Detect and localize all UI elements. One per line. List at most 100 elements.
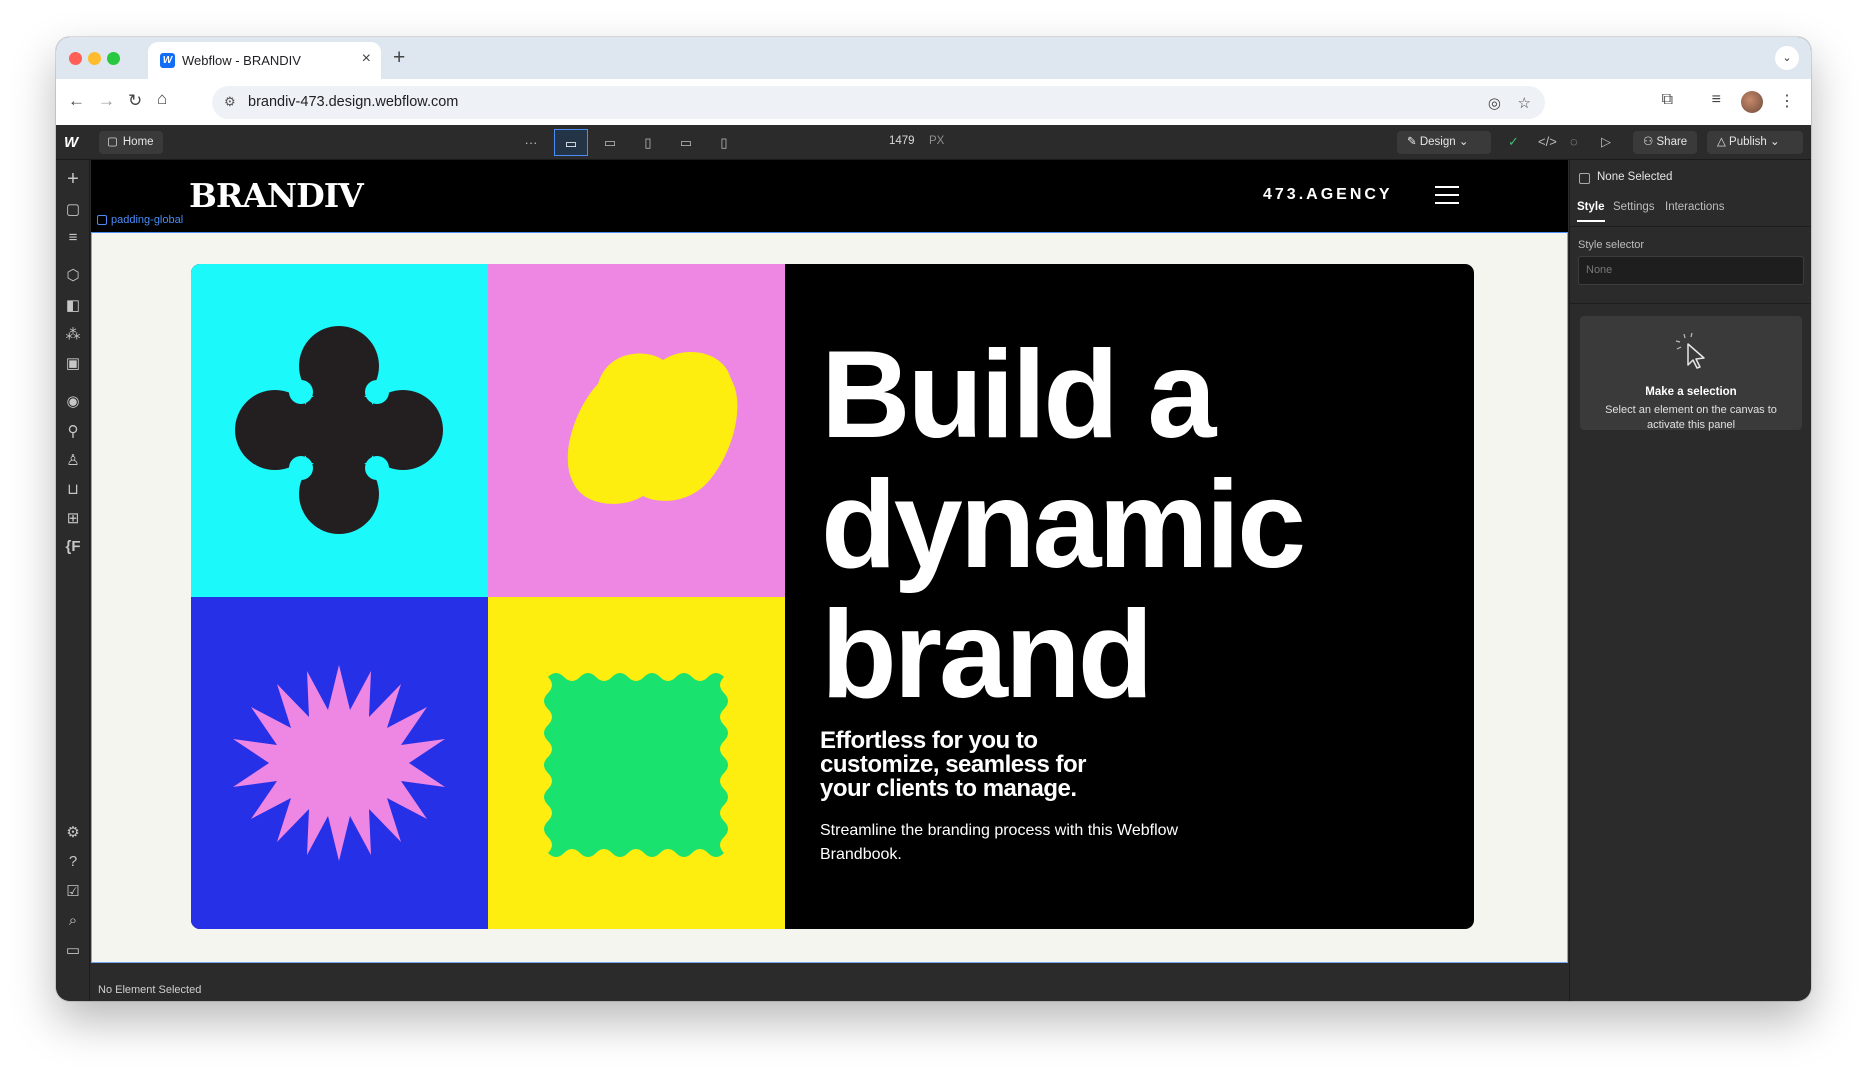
cloud-blob-icon [567, 351, 738, 504]
browser-tab[interactable]: W Webflow - BRANDIV × [148, 42, 381, 79]
desktop-breakpoint-icon[interactable]: ▭ [554, 129, 588, 156]
hero-card[interactable]: Build a dynamic brand Effortless for you… [191, 264, 1474, 929]
clover-shape-icon [235, 326, 443, 534]
search-icon[interactable]: ⌕ [56, 912, 90, 929]
publish-button[interactable]: △ Publish ⌄ [1707, 131, 1803, 154]
tablet-breakpoint-icon[interactable]: ▯ [631, 129, 665, 156]
empty-state-card: Make a selection Select an element on th… [1580, 316, 1802, 431]
selection-checkbox[interactable] [1579, 173, 1590, 184]
wavy-square-icon [544, 673, 728, 857]
code-icon[interactable]: </> [1538, 134, 1557, 149]
empty-state-title: Make a selection [1645, 386, 1737, 398]
browser-toolbar: ← → ↻ ⌂ ⚙ brandiv-473.design.webflow.com… [56, 79, 1811, 125]
extensions-icon[interactable]: ⧉ [1662, 91, 1673, 109]
none-selected-label: None Selected [1597, 171, 1673, 183]
mobile-portrait-breakpoint-icon[interactable]: ▯ [707, 129, 741, 156]
audit-checklist-icon[interactable]: ☑ [56, 882, 90, 900]
eye-off-icon[interactable]: ◎ [1488, 94, 1501, 112]
style-selector-input[interactable]: None [1578, 256, 1804, 285]
page-name: Home [122, 136, 154, 148]
cursor-click-icon [1675, 332, 1705, 369]
navigator-icon[interactable]: ≡ [56, 229, 90, 246]
bookmark-star-icon[interactable]: ☆ [1518, 94, 1531, 112]
agency-link[interactable]: 473.AGENCY [1263, 186, 1393, 204]
canvas-width-value[interactable]: 1479 [889, 135, 915, 147]
tab-interactions[interactable]: Interactions [1665, 201, 1724, 213]
browser-menu-icon[interactable]: ⋮ [1779, 91, 1795, 111]
finsweet-icon[interactable]: {F [56, 538, 90, 555]
media-queue-icon[interactable]: ≡ [1712, 91, 1721, 109]
variables-icon[interactable]: ◧ [56, 296, 90, 314]
home-icon[interactable]: ⌂ [157, 89, 167, 109]
logic-icon[interactable]: ⚲ [56, 422, 90, 440]
share-label: Share [1656, 136, 1688, 148]
divider [1570, 303, 1811, 304]
share-button[interactable]: ⚇ Share [1633, 131, 1698, 154]
design-mode-button[interactable]: ✎ Design ⌄ [1397, 131, 1491, 154]
page-selector-button[interactable]: ▢ Home [99, 131, 163, 154]
rocket-icon: △ [1717, 136, 1730, 148]
forward-arrow-icon[interactable]: → [98, 91, 115, 111]
hero-title-line-3: brand [821, 586, 1153, 724]
address-bar[interactable]: ⚙ brandiv-473.design.webflow.com ◎ ☆ [212, 86, 1545, 119]
publish-label: Publish [1729, 136, 1767, 148]
hero-subtitle[interactable]: Effortless for you to customize, seamles… [820, 729, 1140, 801]
style-panel: None Selected Style Settings Interaction… [1569, 160, 1811, 1001]
empty-state-text: Select an element on the canvas to activ… [1605, 404, 1777, 431]
site-navbar[interactable]: BRANDIV 473.AGENCY padding-global [91, 160, 1568, 232]
users-icon[interactable]: ♙ [56, 451, 90, 469]
webflow-favicon-icon: W [160, 53, 175, 68]
chevron-down-icon: ⌄ [1455, 136, 1469, 148]
chevron-down-icon: ⌄ [1766, 136, 1780, 148]
settings-gear-icon[interactable]: ⚙ [56, 823, 90, 841]
maximize-window-button[interactable] [107, 52, 120, 65]
style-manager-icon[interactable]: ⁂ [56, 325, 90, 343]
status-check-icon[interactable]: ✓ [1508, 134, 1519, 150]
site-settings-icon[interactable]: ⚙ [224, 94, 236, 110]
canvas-width-unit: PX [929, 135, 945, 147]
canvas-bottom-strip [91, 963, 1568, 986]
add-elements-icon[interactable]: + [56, 168, 90, 191]
hamburger-menu-icon[interactable] [1435, 186, 1459, 205]
assets-icon[interactable]: ▣ [56, 354, 90, 372]
large-breakpoint-icon[interactable]: ▭ [593, 129, 627, 156]
style-selector-label: Style selector [1578, 239, 1645, 251]
hero-title[interactable]: Build a dynamic brand [821, 330, 1306, 724]
profile-avatar[interactable] [1741, 91, 1763, 113]
tile-pink [488, 264, 785, 597]
reload-icon[interactable]: ↻ [128, 91, 142, 111]
back-arrow-icon[interactable]: ← [68, 91, 85, 111]
brandiv-logo[interactable]: BRANDIV [189, 176, 364, 215]
active-tab-underline [1577, 220, 1605, 222]
preview-play-icon[interactable]: ▷ [1601, 134, 1611, 150]
webflow-topbar: W ▢ Home ··· ▭ ▭ ▯ ▭ ▯ 1479 PX ✎ Design ⌄… [56, 125, 1811, 160]
close-window-button[interactable] [69, 52, 82, 65]
help-icon[interactable]: ? [56, 853, 90, 870]
selection-class-name: padding-global [111, 214, 184, 226]
tab-style[interactable]: Style [1577, 201, 1605, 213]
hero-title-line-2: dynamic [821, 456, 1306, 594]
comments-icon[interactable]: ◌ [1570, 134, 1578, 149]
url-text[interactable]: brandiv-473.design.webflow.com [248, 94, 458, 110]
ecommerce-icon[interactable]: ⊔ [56, 480, 90, 498]
apps-icon[interactable]: ⊞ [56, 509, 90, 527]
tile-blue [191, 597, 488, 929]
tab-settings[interactable]: Settings [1613, 201, 1655, 213]
tile-cyan [191, 264, 488, 597]
minimize-window-button[interactable] [88, 52, 101, 65]
pages-icon[interactable]: ▢ [56, 200, 90, 218]
designer-canvas[interactable]: BRANDIV 473.AGENCY padding-global Build … [91, 160, 1568, 986]
status-text: No Element Selected [98, 984, 202, 996]
webflow-logo-icon[interactable]: W [64, 134, 78, 151]
tab-title: Webflow - BRANDIV [182, 53, 301, 68]
more-breakpoints-button[interactable]: ··· [514, 129, 548, 156]
cms-icon[interactable]: ◉ [56, 392, 90, 410]
selection-class-tag[interactable]: padding-global [97, 214, 183, 226]
tab-search-button[interactable]: ⌄ [1775, 46, 1799, 70]
hero-body-text[interactable]: Streamline the branding process with thi… [820, 819, 1180, 867]
components-icon[interactable]: ⬡ [56, 266, 90, 284]
video-tutorials-icon[interactable]: ▭ [56, 941, 90, 959]
mobile-landscape-breakpoint-icon[interactable]: ▭ [669, 129, 703, 156]
new-tab-button[interactable]: + [393, 46, 405, 70]
tab-close-icon[interactable]: × [362, 50, 371, 68]
